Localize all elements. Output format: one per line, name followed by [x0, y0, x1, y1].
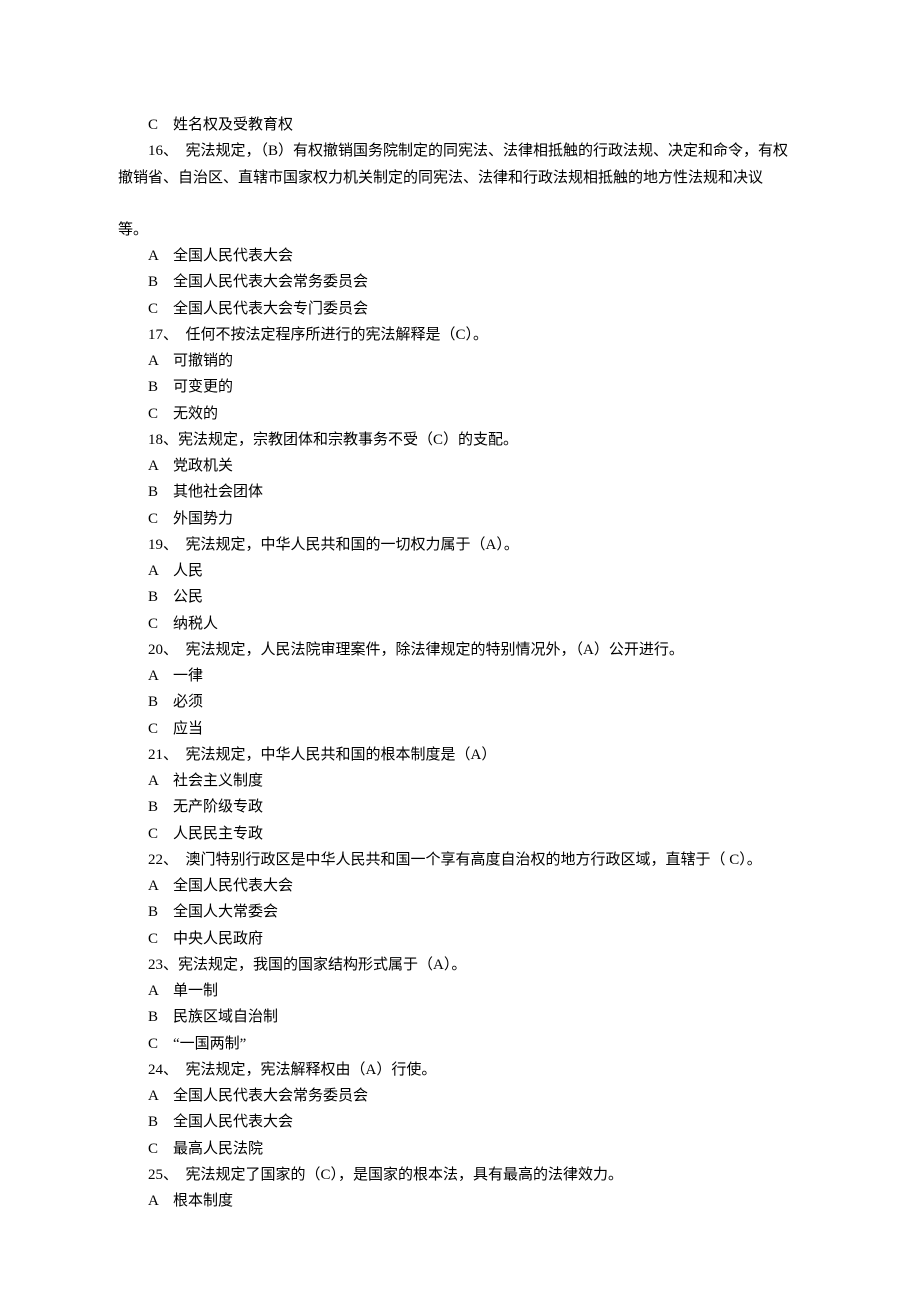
- text-line: A 社会主义制度: [118, 768, 802, 794]
- page-container: C 姓名权及受教育权16、 宪法规定，（B）有权撤销国务院制定的同宪法、法律相抵…: [0, 0, 920, 1294]
- text-line: B 可变更的: [118, 374, 802, 400]
- text-line: C 姓名权及受教育权: [118, 112, 802, 138]
- text-line: 22、 澳门特别行政区是中华人民共和国一个享有高度自治权的地方行政区域，直辖于（…: [118, 847, 802, 873]
- text-line: B 全国人民代表大会常务委员会: [118, 269, 802, 295]
- text-line: A 一律: [118, 663, 802, 689]
- text-line: 25、 宪法规定了国家的（C），是国家的根本法，具有最高的法律效力。: [118, 1162, 802, 1188]
- text-line: 21、 宪法规定，中华人民共和国的根本制度是（A）: [118, 742, 802, 768]
- text-line: 19、 宪法规定，中华人民共和国的一切权力属于（A）。: [118, 532, 802, 558]
- text-line: A 可撤销的: [118, 348, 802, 374]
- text-line: B 全国人民代表大会: [118, 1109, 802, 1135]
- text-line: C 全国人民代表大会专门委员会: [118, 296, 802, 322]
- text-line: A 单一制: [118, 978, 802, 1004]
- text-line: C 中央人民政府: [118, 926, 802, 952]
- text-line: B 公民: [118, 584, 802, 610]
- text-line: B 无产阶级专政: [118, 794, 802, 820]
- text-line: C 纳税人: [118, 611, 802, 637]
- text-line: C 无效的: [118, 401, 802, 427]
- text-line: B 其他社会团体: [118, 479, 802, 505]
- document-body: C 姓名权及受教育权16、 宪法规定，（B）有权撤销国务院制定的同宪法、法律相抵…: [118, 112, 802, 1214]
- text-line: 23、宪法规定，我国的国家结构形式属于（A）。: [118, 952, 802, 978]
- text-line: 17、 任何不按法定程序所进行的宪法解释是（C）。: [118, 322, 802, 348]
- text-line: B 必须: [118, 689, 802, 715]
- text-line: A 全国人民代表大会: [118, 873, 802, 899]
- text-line: C “一国两制”: [118, 1031, 802, 1057]
- text-line: 18、宪法规定，宗教团体和宗教事务不受（C）的支配。: [118, 427, 802, 453]
- text-line: A 全国人民代表大会: [118, 243, 802, 269]
- text-line: C 外国势力: [118, 506, 802, 532]
- text-line: C 应当: [118, 716, 802, 742]
- text-line: A 根本制度: [118, 1188, 802, 1214]
- text-line: 20、 宪法规定，人民法院审理案件，除法律规定的特别情况外，（A）公开进行。: [118, 637, 802, 663]
- text-line: 等。: [118, 217, 802, 243]
- text-line: A 人民: [118, 558, 802, 584]
- text-line: B 全国人大常委会: [118, 899, 802, 925]
- text-line: 24、 宪法规定，宪法解释权由（A）行使。: [118, 1057, 802, 1083]
- text-line: 16、 宪法规定，（B）有权撤销国务院制定的同宪法、法律相抵触的行政法规、决定和…: [118, 138, 802, 191]
- text-line: A 党政机关: [118, 453, 802, 479]
- text-line: C 人民民主专政: [118, 821, 802, 847]
- text-line: C 最高人民法院: [118, 1136, 802, 1162]
- blank-line: [118, 191, 802, 217]
- text-line: B 民族区域自治制: [118, 1004, 802, 1030]
- text-line: A 全国人民代表大会常务委员会: [118, 1083, 802, 1109]
